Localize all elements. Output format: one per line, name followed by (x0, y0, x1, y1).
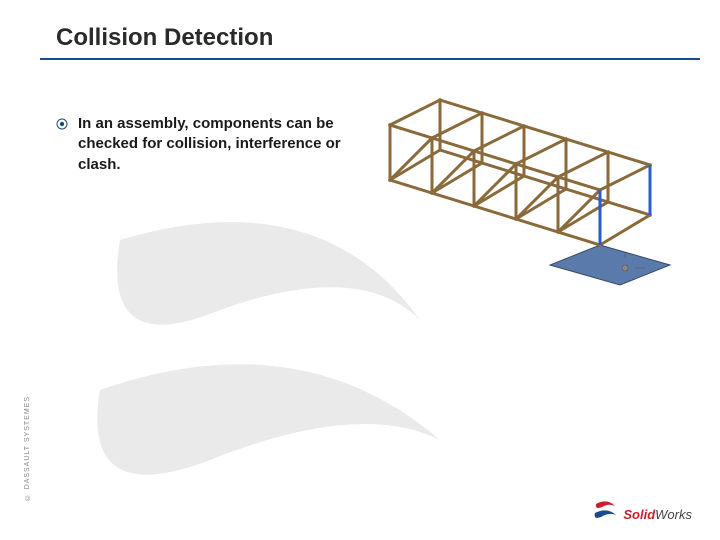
assembly-figure (370, 90, 690, 290)
title-underline (40, 58, 700, 60)
footer-logo-text: SolidWorks (623, 507, 692, 522)
footer-logo: SolidWorks (593, 498, 692, 522)
bullet-item: In an assembly, components can be checke… (56, 114, 356, 175)
bullet-icon (56, 118, 68, 130)
copyright-label: © DASSAULT SYSTEMES (24, 396, 31, 500)
slide: Collision Detection In an assembly, comp… (0, 0, 720, 540)
ds-logo-icon (593, 498, 617, 522)
page-title: Collision Detection (56, 24, 273, 52)
bullet-text: In an assembly, components can be checke… (78, 114, 356, 175)
